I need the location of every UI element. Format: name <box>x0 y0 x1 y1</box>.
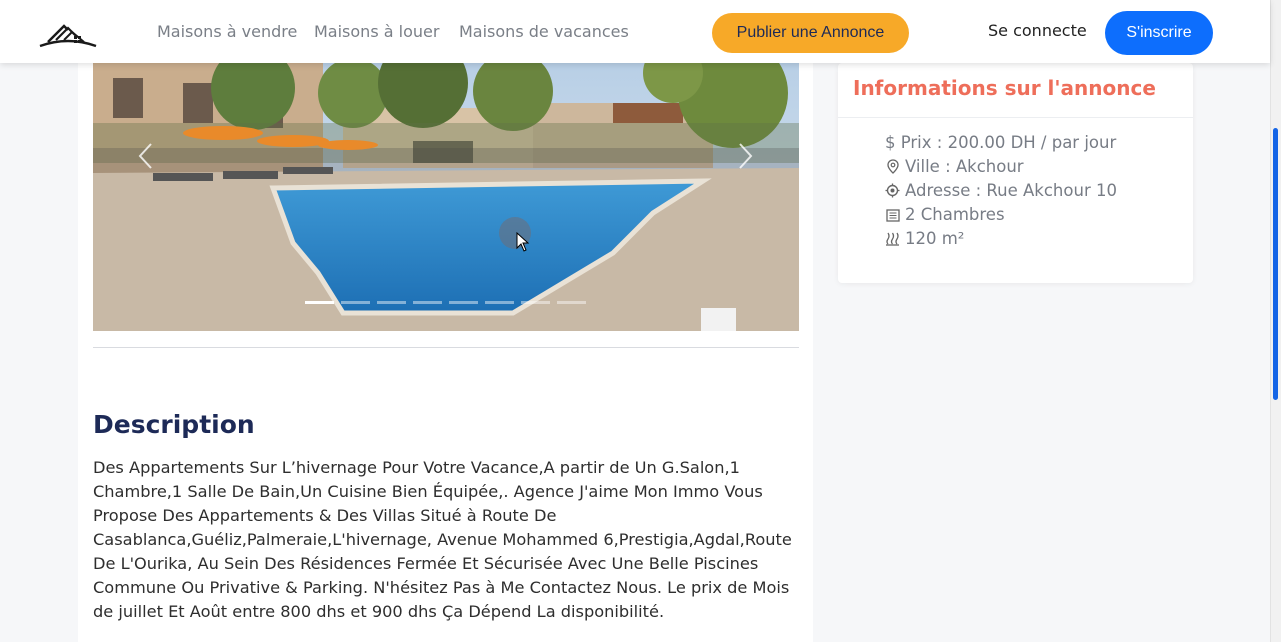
page-scrollbar[interactable] <box>1270 0 1281 642</box>
login-link[interactable]: Se connecte <box>988 21 1087 40</box>
rooms-text: 2 Chambres <box>905 205 1005 224</box>
photo-carousel[interactable] <box>93 63 799 331</box>
nav-maisons-a-louer[interactable]: Maisons à louer <box>314 22 439 41</box>
nav-maisons-de-vacances[interactable]: Maisons de vacances <box>459 22 629 41</box>
signup-button[interactable]: S'inscrire <box>1105 11 1213 55</box>
nav-maisons-a-vendre[interactable]: Maisons à vendre <box>157 22 297 41</box>
carousel-indicator[interactable] <box>521 301 550 304</box>
section-divider <box>93 347 799 348</box>
info-rooms: 2 Chambres <box>885 205 1005 224</box>
area-text: 120 m² <box>905 229 965 248</box>
top-navbar: Maisons à vendre Maisons à louer Maisons… <box>0 0 1270 63</box>
info-card-title: Informations sur l'annonce <box>853 76 1156 100</box>
logo-house-icon[interactable] <box>38 16 98 50</box>
carousel-indicator[interactable] <box>449 301 478 304</box>
info-area: 120 m² <box>885 229 964 248</box>
info-price: $ Prix : 200.00 DH / par jour <box>885 133 1116 152</box>
chevron-right-icon <box>739 143 753 169</box>
publish-ad-button[interactable]: Publier une Annonce <box>712 13 909 53</box>
carousel-indicator[interactable] <box>485 301 514 304</box>
carousel-next-button[interactable] <box>735 142 755 170</box>
mouse-cursor-icon <box>516 231 530 256</box>
description-title: Description <box>93 410 255 439</box>
building-icon <box>885 207 900 223</box>
carousel-prev-button[interactable] <box>136 142 156 170</box>
carousel-slide-image <box>93 63 799 331</box>
area-heat-icon <box>885 231 900 247</box>
carousel-indicator[interactable] <box>557 301 586 304</box>
carousel-indicator[interactable] <box>341 301 370 304</box>
price-text: $ Prix : 200.00 DH / par jour <box>885 133 1117 152</box>
description-text: Des Appartements Sur L’hivernage Pour Vo… <box>93 458 792 621</box>
address-text: Adresse : Rue Akchour 10 <box>905 181 1117 200</box>
map-pin-icon <box>885 159 900 175</box>
carousel-indicator[interactable] <box>305 301 334 304</box>
city-text: Ville : Akchour <box>905 157 1024 176</box>
info-address: Adresse : Rue Akchour 10 <box>885 181 1117 200</box>
carousel-indicator[interactable] <box>413 301 442 304</box>
chevron-left-icon <box>138 143 152 169</box>
carousel-indicators <box>305 301 586 304</box>
info-city: Ville : Akchour <box>885 157 1024 176</box>
scrollbar-thumb[interactable] <box>1273 128 1278 400</box>
info-card-separator <box>838 117 1193 118</box>
carousel-indicator[interactable] <box>377 301 406 304</box>
location-target-icon <box>885 183 900 199</box>
